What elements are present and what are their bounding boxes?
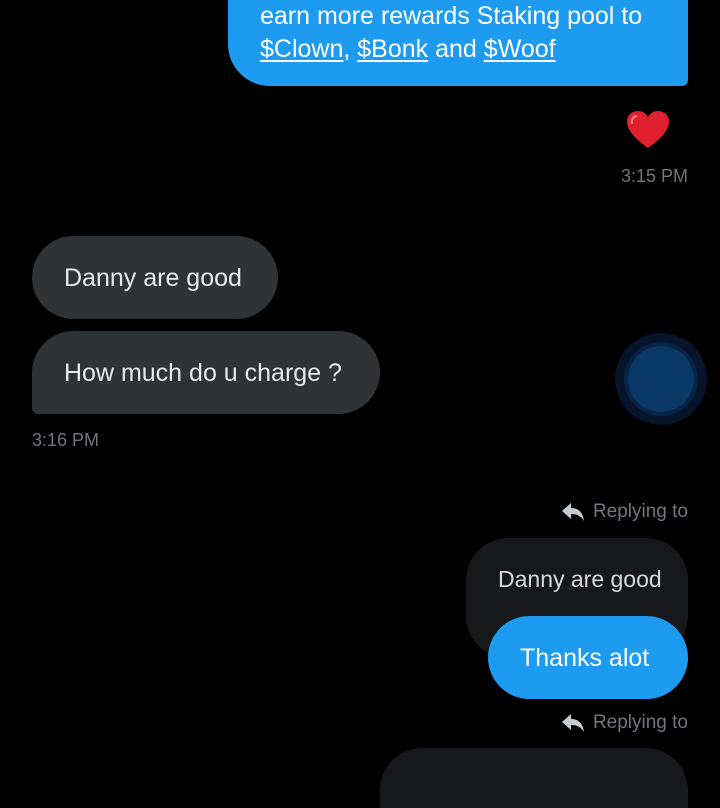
- message-bubble-incoming-2[interactable]: How much do u charge ?: [32, 331, 380, 414]
- replying-to-indicator-2[interactable]: Replying to: [561, 712, 688, 734]
- replying-to-label: Replying to: [592, 501, 688, 522]
- quoted-message-partial[interactable]: [380, 748, 688, 808]
- and-text: and: [435, 35, 477, 63]
- touch-focus-inner: [628, 346, 694, 412]
- message-text: Thanks alot: [520, 644, 650, 672]
- message-bubble-outgoing-thanks[interactable]: Thanks alot: [488, 616, 688, 699]
- message-text: Danny are good: [64, 264, 242, 292]
- message-line-tokens: $Clown, $Bonk and $Woof: [260, 33, 642, 66]
- message-text: earn more rewards Staking pool to $Clown…: [260, 0, 642, 66]
- timestamp-3-16: 3:16 PM: [32, 430, 100, 450]
- touch-focus-indicator: [615, 333, 707, 425]
- token-link-bonk[interactable]: $Bonk: [357, 35, 428, 63]
- token-link-clown[interactable]: $Clown: [260, 35, 343, 63]
- message-bubble-incoming-1[interactable]: Danny are good: [32, 236, 278, 319]
- reply-arrow-icon: [561, 501, 585, 523]
- replying-to-label: Replying to: [592, 712, 688, 733]
- token-link-woof[interactable]: $Woof: [484, 35, 556, 63]
- message-line: earn more rewards Staking pool to: [260, 2, 643, 30]
- reply-arrow-icon: [561, 712, 585, 734]
- timestamp-3-15: 3:15 PM: [620, 166, 688, 186]
- quoted-text: Danny are good: [498, 566, 662, 592]
- comma: ,: [343, 35, 351, 63]
- message-text: How much do u charge ?: [64, 359, 342, 387]
- replying-to-indicator-1[interactable]: Replying to: [561, 501, 688, 523]
- message-bubble-outgoing-staking[interactable]: earn more rewards Staking pool to $Clown…: [228, 0, 688, 86]
- heart-icon[interactable]: [626, 110, 670, 150]
